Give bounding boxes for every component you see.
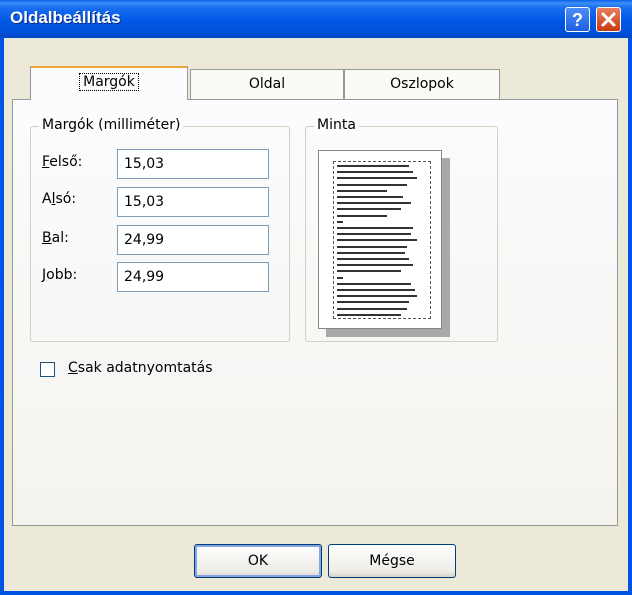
preview-line [337,251,405,254]
tab-margins[interactable]: Margók [30,66,188,100]
preview-line [337,239,417,242]
preview-line [337,282,411,285]
preview-line [337,245,407,248]
title-bar[interactable]: Oldalbeállítás ? [0,0,632,38]
close-icon [601,12,616,27]
preview-line [337,258,409,260]
preview-line [337,276,343,279]
top-margin-input[interactable]: 15,03 [117,149,269,179]
preview-line [337,171,413,174]
svg-text:?: ? [572,10,583,30]
preview-line [337,202,411,205]
preview-line [337,233,411,236]
preview-line [337,220,343,223]
ok-button[interactable]: OK [194,544,322,578]
margins-group-title: Margók (milliméter) [39,117,184,133]
preview-line [337,177,417,180]
page-preview [318,150,442,329]
tab-columns-label: Oszlopok [390,76,454,92]
window-title: Oldalbeállítás [10,8,121,27]
left-label: Bal: [42,230,69,246]
data-only-label: Csak adatnyomtatás [68,360,213,376]
help-icon: ? [572,10,583,30]
bottom-margin-input[interactable]: 15,03 [117,187,269,217]
close-button[interactable] [596,7,621,32]
preview-line [337,289,415,291]
preview-group-title: Minta [314,117,359,133]
preview-line [337,264,413,267]
preview-line [337,189,387,192]
tab-margins-label: Margók [79,73,139,91]
top-label: Felső: [42,154,83,170]
preview-line [337,165,409,167]
preview-line [337,270,401,273]
bottom-label: Alsó: [42,191,77,207]
preview-line [337,307,407,310]
right-label: Jobb: [42,267,78,283]
preview-line [337,214,387,217]
preview-line [337,183,407,186]
right-margin-input[interactable]: 24,99 [117,262,269,292]
data-only-checkbox[interactable] [40,362,55,377]
preview-line [337,313,401,316]
preview-line [337,301,409,304]
tab-page[interactable]: Oldal [190,69,344,99]
tab-columns[interactable]: Oszlopok [344,69,500,99]
help-button[interactable]: ? [565,7,590,32]
left-margin-input[interactable]: 24,99 [117,225,269,255]
preview-line [337,295,417,298]
preview-line [337,196,403,198]
preview-line [337,208,401,211]
preview-line [337,227,413,229]
cancel-button[interactable]: Mégse [328,544,456,578]
tab-page-label: Oldal [248,76,286,92]
